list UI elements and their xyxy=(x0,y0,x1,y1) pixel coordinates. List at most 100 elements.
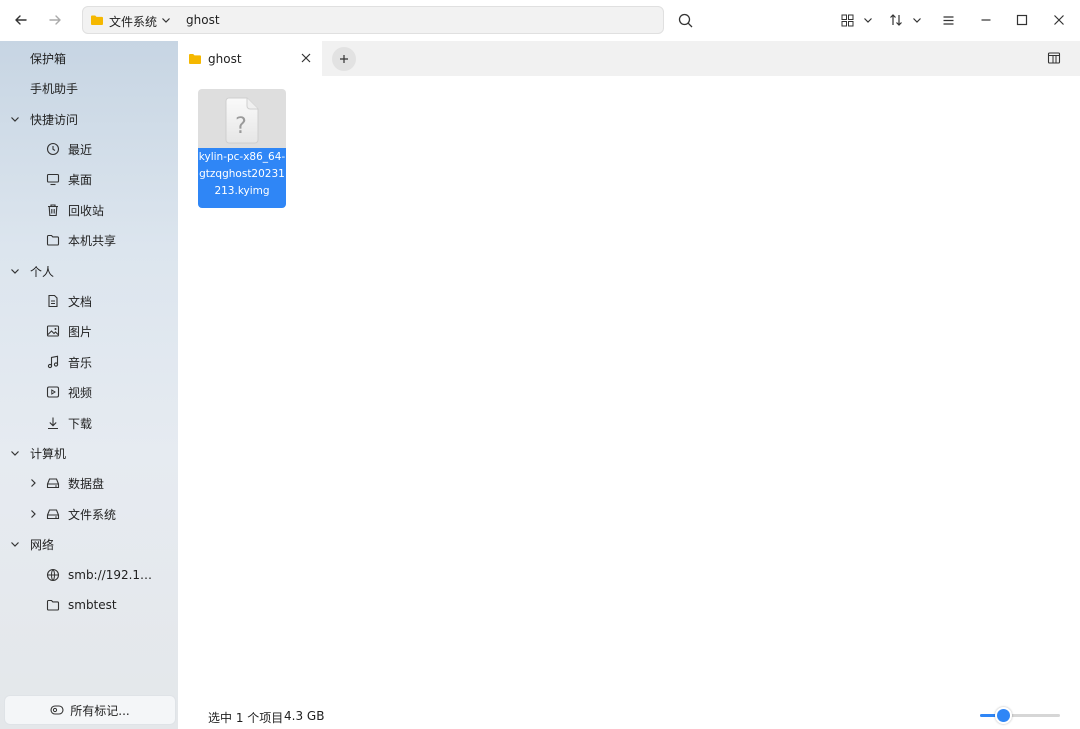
sidebar-item-label: 回收站 xyxy=(68,203,105,218)
breadcrumb-segment[interactable]: ghost xyxy=(186,13,220,27)
back-button[interactable] xyxy=(9,8,33,32)
folder-icon xyxy=(46,234,60,246)
sidebar-group-computer[interactable]: 计算机 xyxy=(0,439,178,467)
sidebar-item-downloads[interactable]: 下载 xyxy=(0,409,178,437)
sidebar-item-label: 桌面 xyxy=(68,172,93,187)
split-view-icon[interactable] xyxy=(1047,51,1061,65)
menu-button[interactable] xyxy=(937,9,959,31)
zoom-slider[interactable] xyxy=(980,707,1060,724)
desktop-icon xyxy=(46,173,60,186)
file-name-line: kylin-pc-x86_64- xyxy=(198,151,286,163)
maximize-icon xyxy=(1016,14,1028,26)
arrow-left-icon xyxy=(15,15,27,25)
chevron-right-icon[interactable] xyxy=(27,508,39,520)
chevron-down-icon[interactable] xyxy=(160,14,172,26)
sidebar-item-trash[interactable]: 回收站 xyxy=(0,196,178,224)
video-icon xyxy=(46,386,60,398)
breadcrumb-segment[interactable]: 文件系统 xyxy=(109,13,157,30)
sidebar-item-music[interactable]: 音乐 xyxy=(0,348,178,376)
address-bar[interactable]: 文件系统 ghost xyxy=(82,6,664,34)
view-mode-dropdown[interactable] xyxy=(857,9,879,31)
document-icon xyxy=(48,294,58,308)
close-icon[interactable] xyxy=(300,52,312,64)
chevron-right-icon[interactable] xyxy=(27,477,39,489)
file-item[interactable]: ? kylin-pc-x86_64- gtzqghost20231 213.ky… xyxy=(198,89,286,208)
folder-icon xyxy=(189,54,201,64)
chevron-down-icon[interactable] xyxy=(9,538,21,550)
selection-status: 选中 1 个项目 xyxy=(208,711,284,725)
chevron-down-icon xyxy=(913,18,921,23)
file-name-line: gtzqghost20231 xyxy=(199,168,285,180)
all-tags-button[interactable]: 所有标记... xyxy=(4,695,176,725)
chevron-down-icon[interactable] xyxy=(9,113,21,125)
tab-ghost[interactable]: ghost xyxy=(178,41,322,76)
folder-icon xyxy=(91,15,103,25)
search-icon xyxy=(678,13,692,27)
all-tags-label: 所有标记... xyxy=(70,703,130,718)
sidebar: 保护箱 手机助手 快捷访问 最近 桌面 回收站 本机共享 个人 文档 图片 音乐… xyxy=(0,41,178,729)
sidebar-item-label: 数据盘 xyxy=(68,476,105,491)
file-thumbnail: ? xyxy=(198,89,286,149)
sidebar-item-label: 音乐 xyxy=(68,355,93,370)
sidebar-group-label: 计算机 xyxy=(30,446,67,461)
file-name-label[interactable]: kylin-pc-x86_64- gtzqghost20231 213.kyim… xyxy=(198,148,286,208)
chevron-down-icon[interactable] xyxy=(9,265,21,277)
sidebar-item-documents[interactable]: 文档 xyxy=(0,287,178,315)
sidebar-group-quick-access[interactable]: 快捷访问 xyxy=(0,105,178,133)
hamburger-menu-icon xyxy=(943,15,953,25)
sidebar-item-smbtest[interactable]: smbtest xyxy=(0,591,178,619)
sidebar-item-label: smb://192.1… xyxy=(68,568,153,582)
folder-icon xyxy=(46,599,60,611)
sidebar-item-label: 文件系统 xyxy=(68,507,117,522)
sidebar-group-label: 快捷访问 xyxy=(30,112,79,127)
sidebar-item-smb-share[interactable]: smb://192.1… xyxy=(0,561,178,589)
trash-icon xyxy=(48,204,58,217)
sidebar-item-phone-assistant[interactable]: 手机助手 xyxy=(0,74,178,102)
minimize-button[interactable] xyxy=(975,9,997,31)
arrow-right-icon xyxy=(49,15,61,25)
clock-icon xyxy=(46,142,60,156)
sidebar-group-network[interactable]: 网络 xyxy=(0,530,178,558)
new-tab-button[interactable] xyxy=(332,47,356,71)
minimize-icon xyxy=(981,19,991,21)
sidebar-group-label: 网络 xyxy=(30,537,55,552)
title-toolbar: 文件系统 ghost xyxy=(0,0,1080,41)
search-button[interactable] xyxy=(674,9,696,31)
sidebar-item-vault[interactable]: 保护箱 xyxy=(0,44,178,72)
sidebar-item-label: 本机共享 xyxy=(68,233,117,248)
tag-icon xyxy=(50,705,64,715)
forward-button[interactable] xyxy=(43,8,67,32)
selection-size: 4.3 GB xyxy=(284,709,325,723)
chevron-down-icon[interactable] xyxy=(9,447,21,459)
drive-icon xyxy=(46,509,60,520)
view-mode-button[interactable] xyxy=(836,9,858,31)
sidebar-item-label: 最近 xyxy=(68,142,93,157)
sidebar-item-data-disk[interactable]: 数据盘 xyxy=(0,469,178,497)
file-name-line: 213.kyimg xyxy=(214,185,270,197)
tab-bar: ghost xyxy=(178,41,1080,76)
close-window-button[interactable] xyxy=(1048,9,1070,31)
zoom-slider-handle[interactable] xyxy=(995,707,1012,724)
sort-dropdown[interactable] xyxy=(906,9,928,31)
file-view[interactable]: ? kylin-pc-x86_64- gtzqghost20231 213.ky… xyxy=(178,76,1080,701)
sidebar-group-personal[interactable]: 个人 xyxy=(0,257,178,285)
sidebar-item-label: 手机助手 xyxy=(30,81,79,96)
sidebar-item-desktop[interactable]: 桌面 xyxy=(0,165,178,193)
maximize-button[interactable] xyxy=(1011,9,1033,31)
unknown-file-icon: ? xyxy=(225,97,259,144)
sidebar-item-local-share[interactable]: 本机共享 xyxy=(0,226,178,254)
sidebar-item-videos[interactable]: 视频 xyxy=(0,378,178,406)
music-icon xyxy=(47,355,59,369)
sidebar-item-file-system[interactable]: 文件系统 xyxy=(0,500,178,528)
grid-view-icon xyxy=(841,14,853,26)
svg-text:?: ? xyxy=(235,114,247,139)
sidebar-item-label: 保护箱 xyxy=(30,51,67,66)
sidebar-item-label: 图片 xyxy=(68,324,93,339)
sidebar-item-pictures[interactable]: 图片 xyxy=(0,317,178,345)
sidebar-item-recent[interactable]: 最近 xyxy=(0,135,178,163)
close-icon xyxy=(1054,15,1064,25)
download-icon xyxy=(48,417,58,430)
sidebar-item-label: 文档 xyxy=(68,294,93,309)
sort-button[interactable] xyxy=(885,9,907,31)
sidebar-item-label: 视频 xyxy=(68,385,93,400)
